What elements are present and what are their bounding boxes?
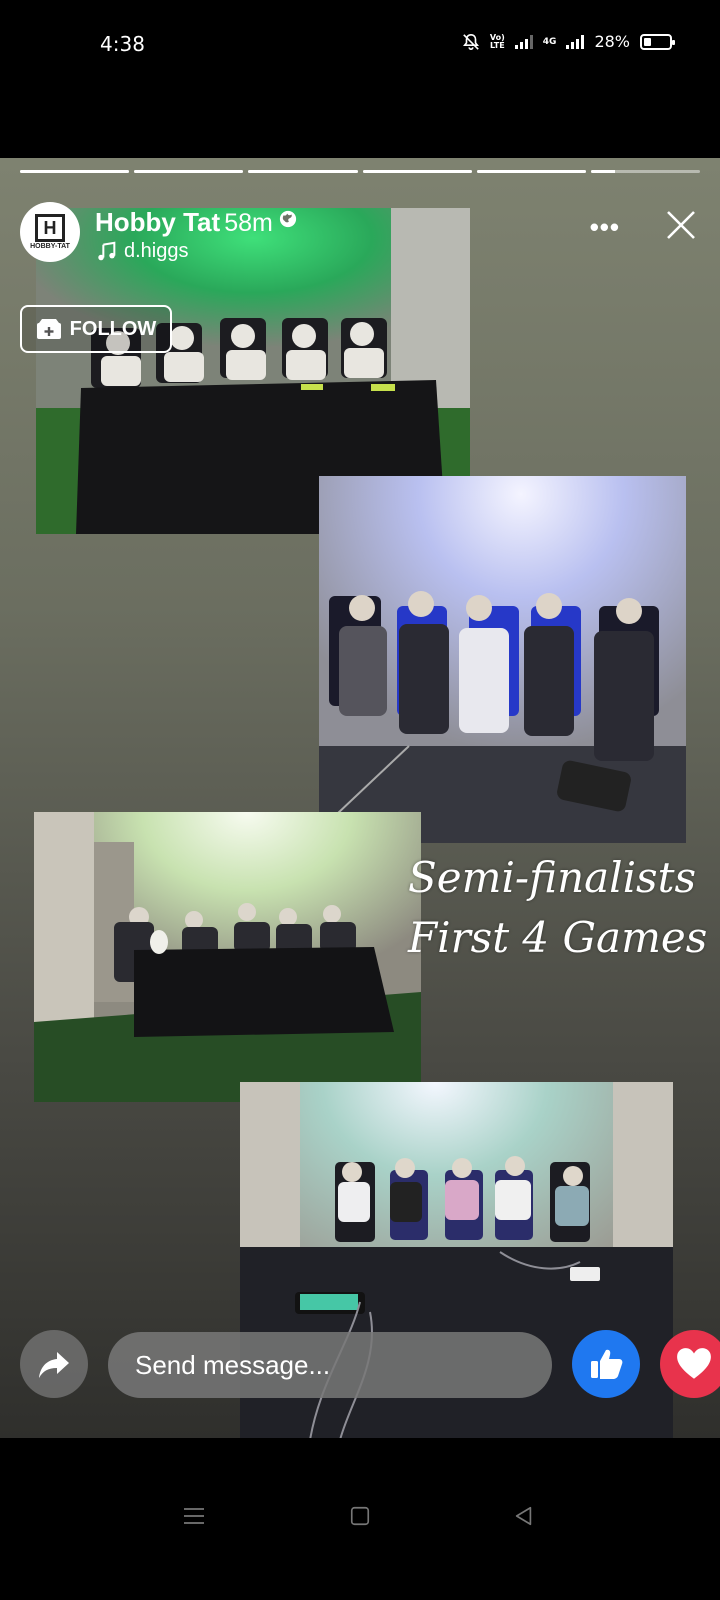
hobby-tat-logo-icon: H xyxy=(35,214,65,242)
progress-segment xyxy=(362,170,472,173)
signal-4g-icon: 4G xyxy=(542,36,557,47)
recents-menu-icon[interactable] xyxy=(174,1496,214,1536)
story-photo-3 xyxy=(34,812,421,1102)
story-viewer[interactable]: H HOBBY-TAT Hobby Tat 58m d.higgs ••• FOL… xyxy=(0,158,720,1438)
progress-fill xyxy=(134,170,244,173)
post-time: 58m xyxy=(224,209,273,237)
reply-bar: Send message... xyxy=(0,1318,720,1418)
more-options-icon[interactable]: ••• xyxy=(590,212,620,243)
story-caption: Semi-finalists First 4 Games xyxy=(408,848,708,968)
page-name-row: Hobby Tat 58m xyxy=(95,204,297,238)
page-name[interactable]: Hobby Tat xyxy=(95,207,220,237)
like-button[interactable] xyxy=(572,1330,640,1398)
close-icon[interactable] xyxy=(664,208,698,242)
system-nav-bar xyxy=(0,1438,720,1600)
share-button[interactable] xyxy=(20,1330,88,1398)
send-message-input[interactable]: Send message... xyxy=(108,1332,552,1398)
progress-segment xyxy=(248,170,358,173)
music-row[interactable]: d.higgs xyxy=(96,240,189,263)
progress-fill xyxy=(476,170,586,173)
caption-line-2: First 4 Games xyxy=(408,913,708,962)
signal-icon xyxy=(514,34,533,49)
music-track: d.higgs xyxy=(124,240,189,262)
progress-segment xyxy=(476,170,586,173)
follow-label: FOLLOW xyxy=(69,317,157,340)
story-progress xyxy=(20,170,701,174)
progress-fill xyxy=(362,170,472,173)
battery-percent: 28% xyxy=(594,32,630,51)
music-note-icon xyxy=(98,241,116,260)
story-photo-2 xyxy=(319,476,686,843)
back-icon[interactable] xyxy=(504,1496,544,1536)
status-icons: Vo) LTE 4G 28% xyxy=(462,32,675,51)
progress-fill xyxy=(590,170,615,173)
bell-off-icon xyxy=(462,33,480,51)
page-avatar[interactable]: H HOBBY-TAT xyxy=(20,202,80,262)
home-icon[interactable] xyxy=(340,1496,380,1536)
add-page-icon xyxy=(36,319,61,339)
progress-segment xyxy=(590,170,701,173)
progress-segment xyxy=(20,170,130,173)
volte-icon: Vo) LTE xyxy=(489,32,505,50)
progress-fill xyxy=(248,170,358,173)
caption-line-1: Semi-finalists xyxy=(408,853,697,902)
progress-fill xyxy=(20,170,130,173)
battery-icon xyxy=(640,33,675,50)
avatar-text: HOBBY-TAT xyxy=(30,243,70,250)
globe-icon xyxy=(279,204,297,228)
progress-segment xyxy=(134,170,244,173)
status-time: 4:38 xyxy=(100,32,145,56)
signal-icon-2 xyxy=(566,34,585,49)
story-header: H HOBBY-TAT Hobby Tat 58m d.higgs ••• xyxy=(20,202,700,272)
share-arrow-icon xyxy=(39,1352,69,1378)
heart-icon xyxy=(677,1348,711,1379)
follow-button[interactable]: FOLLOW xyxy=(20,305,172,353)
love-button[interactable] xyxy=(660,1330,720,1398)
status-bar: 4:38 Vo) LTE 4G 28% xyxy=(0,0,720,90)
thumbs-up-icon xyxy=(591,1349,623,1379)
